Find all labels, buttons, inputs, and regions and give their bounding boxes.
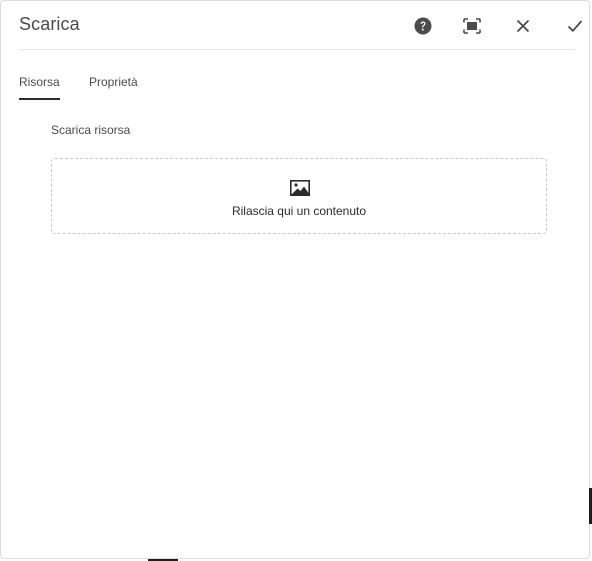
help-icon (414, 17, 432, 35)
dialog-title: Scarica (19, 14, 80, 34)
dropzone[interactable]: Rilascia qui un contenuto (51, 158, 547, 234)
help-button[interactable] (412, 15, 434, 37)
dialog-header: Scarica (19, 1, 583, 50)
image-icon (290, 180, 310, 196)
check-icon (567, 19, 583, 33)
fullscreen-icon (463, 18, 481, 34)
field-label: Scarica risorsa (51, 123, 131, 137)
dialog-actions (412, 15, 583, 37)
tab-risorsa[interactable]: Risorsa (19, 75, 60, 100)
close-icon (516, 19, 530, 33)
dialog: Scarica Risorsa Proprietà Scarica risors… (0, 0, 590, 559)
fullscreen-button[interactable] (461, 15, 483, 37)
dropzone-text: Rilascia qui un contenuto (231, 204, 367, 218)
done-button[interactable] (564, 15, 586, 37)
cancel-button[interactable] (512, 15, 534, 37)
tab-proprieta[interactable]: Proprietà (89, 75, 138, 89)
